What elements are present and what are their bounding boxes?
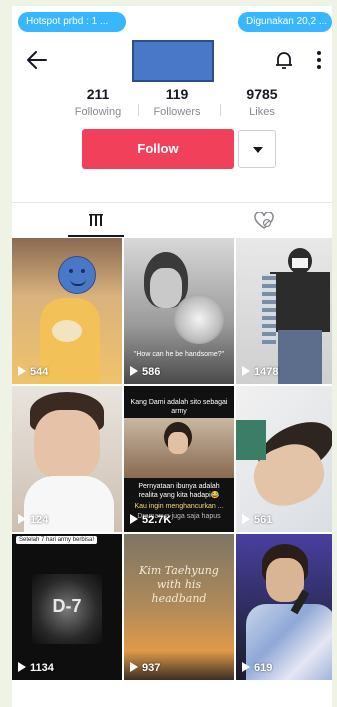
video-thumbnail[interactable]: 544 [12,238,122,384]
section-divider [12,202,332,203]
video-thumbnail[interactable]: 124 [12,386,122,532]
video-tag: Setelah 7 hari army berbisa! [16,536,98,544]
grid-icon [89,214,103,226]
video-thumbnail[interactable]: 1478 [236,238,332,384]
video-caption-mid: Pernyataan ibunya adalah realita yang ki… [138,483,220,499]
profile-tabs [12,204,332,238]
heart-hidden-icon [254,211,274,229]
view-count: 544 [18,366,48,378]
play-icon [130,366,138,376]
play-icon [18,366,26,376]
person-face [34,410,100,480]
notifications-button[interactable] [272,48,296,72]
view-count: 937 [130,662,160,674]
suggested-accounts-button[interactable] [238,130,276,168]
video-thumbnail[interactable]: 619 [236,534,332,680]
more-options-button[interactable] [312,48,326,72]
view-count: 52.7K [130,514,171,526]
play-icon [130,662,138,672]
hotspot-pill[interactable]: Hotspot prbd : 1 ... [18,12,126,32]
play-icon [242,662,250,672]
video-thumbnail[interactable]: 561 [236,386,332,532]
video-caption-top: Kang Dami adalah sito sebagai army [130,399,228,415]
tab-liked-videos[interactable] [254,211,274,230]
more-vertical-icon [317,51,321,69]
profile-screen: Hotspot prbd : 1 ... Digunakan 20,2 ... … [12,6,332,707]
jeans [278,330,322,384]
caret-down-icon [253,147,263,153]
video-thumbnail[interactable]: Kang Dami adalah sito sebagai army Perny… [124,386,234,532]
view-count: 1134 [18,662,54,674]
shirt-print [52,320,82,342]
data-usage-pill[interactable]: Digunakan 20,2 ... [238,12,332,32]
back-button[interactable] [24,48,50,72]
view-count: 1478 [242,366,278,378]
stat-following[interactable]: 211 Following [58,86,138,118]
plaid-sleeve [262,274,276,344]
black-shirt [270,272,330,332]
active-tab-indicator [68,235,124,237]
play-icon [242,366,250,376]
arrow-left-icon [27,51,47,69]
bell-icon [276,52,292,69]
view-count: 619 [242,662,272,674]
view-count: 586 [130,366,160,378]
video-caption-mid2: Kau ingin menghancurkan ... [134,503,224,510]
stat-label: Likes [249,106,275,118]
stat-value: 9785 [246,86,278,102]
person-face [150,268,182,308]
video-thumbnail[interactable]: "How can he be handsome?" 586 [124,238,234,384]
face-mask [292,258,308,268]
video-thumbnail[interactable]: Kim Taehyung with his headband 937 [124,534,234,680]
follow-button[interactable]: Follow [82,129,234,169]
person-face [168,432,188,454]
play-icon [130,514,138,524]
stat-followers[interactable]: 119 Followers [137,86,217,118]
video-caption: D-7 [52,596,82,616]
redacted-face-sticker [58,256,96,294]
video-caption: "How can he be handsome?" [133,351,225,358]
video-thumbnail[interactable]: Setelah 7 hari army berbisa! D-7 1134 [12,534,122,680]
video-caption: Kim Taehyung with his headband [139,564,219,605]
stat-value: 211 [86,86,110,102]
redacted-username [132,40,214,82]
tab-videos[interactable] [88,212,104,228]
stat-label: Following [74,106,122,118]
teal-shirt [236,420,266,460]
view-count: 124 [18,514,48,526]
flower-bouquet [174,294,224,344]
profile-stats: 211 Following 119 Followers 9785 Likes [12,86,332,126]
stat-label: Followers [153,106,201,118]
play-icon [18,514,26,524]
view-count: 561 [242,514,272,526]
stat-likes[interactable]: 9785 Likes [222,86,302,118]
stat-value: 119 [165,86,189,102]
play-icon [242,514,250,524]
play-icon [18,662,26,672]
stat-divider [220,104,221,116]
